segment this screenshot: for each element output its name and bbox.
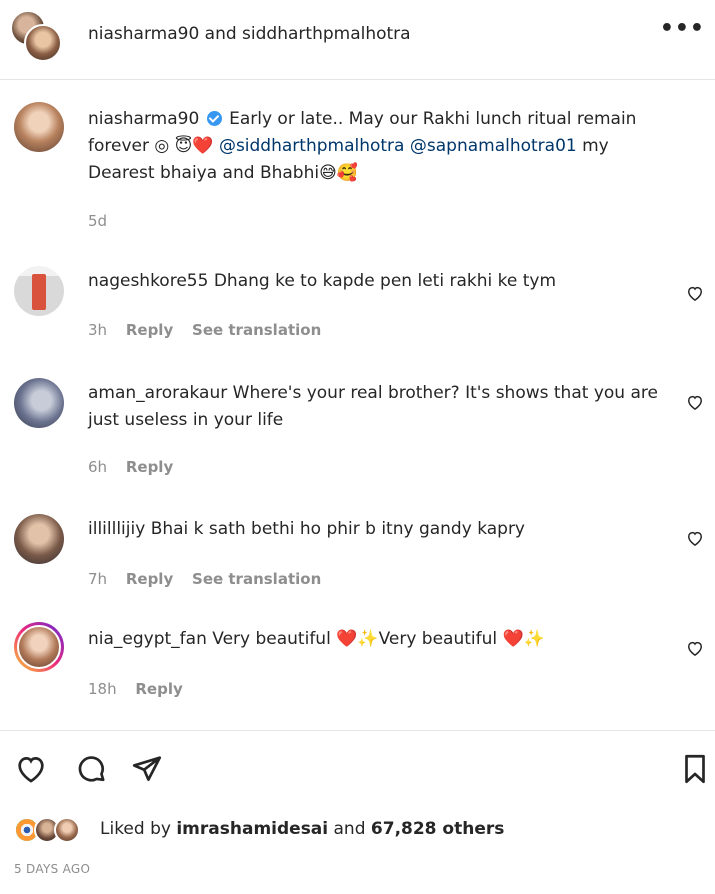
action-bar	[0, 752, 715, 792]
avatar[interactable]	[14, 622, 64, 672]
more-horizontal-icon[interactable]: •••	[660, 16, 705, 41]
see-translation-button[interactable]: See translation	[192, 570, 321, 588]
heart-icon[interactable]	[685, 638, 705, 658]
verified-icon	[206, 111, 222, 126]
caption-emoji: ◎ 😇❤️	[154, 136, 214, 156]
like-heart-icon[interactable]	[14, 752, 48, 786]
bookmark-icon[interactable]	[678, 752, 712, 786]
mention-link[interactable]: @sapnamalhotra01	[410, 136, 577, 156]
comment-text: Very beautiful	[212, 629, 331, 649]
reply-button[interactable]: Reply	[126, 570, 173, 588]
comment: aman_arorakaur Where's your real brother…	[88, 380, 678, 434]
avatar[interactable]	[14, 102, 64, 152]
heart-icon[interactable]	[685, 283, 705, 303]
post-authors[interactable]: niasharma90 and siddharthpmalhotra	[88, 24, 411, 44]
reply-button[interactable]: Reply	[126, 321, 173, 339]
likes-count[interactable]: 67,828 others	[371, 819, 504, 839]
see-translation-button[interactable]: See translation	[192, 321, 321, 339]
comment-text: Very beautiful	[378, 629, 498, 649]
timestamp[interactable]: 3h	[88, 321, 107, 339]
comment-emoji: ❤️✨	[336, 629, 379, 649]
heart-icon[interactable]	[685, 528, 705, 548]
comment-meta: 18h Reply	[88, 680, 197, 698]
avatar[interactable]	[54, 817, 80, 843]
timestamp[interactable]: 7h	[88, 570, 107, 588]
post-header: niasharma90 and siddharthpmalhotra •••	[0, 0, 715, 80]
likes-middle: and	[333, 819, 366, 839]
reply-button[interactable]: Reply	[135, 680, 182, 698]
comment-username[interactable]: nageshkore55	[88, 271, 208, 291]
comment-username[interactable]: illilllijiy	[88, 519, 145, 539]
comment-icon[interactable]	[74, 752, 108, 786]
comment-text: Bhai k sath bethi ho phir b itny gandy k…	[150, 519, 525, 539]
comment: illilllijiy Bhai k sath bethi ho phir b …	[88, 516, 678, 543]
share-icon[interactable]	[130, 752, 164, 786]
timestamp[interactable]: 6h	[88, 458, 107, 476]
avatar[interactable]	[14, 266, 64, 316]
reply-button[interactable]: Reply	[126, 458, 173, 476]
caption: niasharma90 Early or late.. May our Rakh…	[88, 106, 678, 187]
comment-username[interactable]: aman_arorakaur	[88, 383, 227, 403]
likes-row: Liked by imrashamidesai and 67,828 other…	[14, 815, 704, 845]
avatar[interactable]	[14, 514, 64, 564]
collab-avatars[interactable]	[10, 10, 66, 66]
avatar[interactable]	[24, 24, 62, 62]
comment-meta: 6h Reply	[88, 458, 187, 476]
comment: nageshkore55 Dhang ke to kapde pen leti …	[88, 268, 678, 295]
timestamp[interactable]: 18h	[88, 680, 117, 698]
timestamp[interactable]: 5d	[88, 212, 107, 230]
avatar-image	[17, 625, 61, 669]
comment: nia_egypt_fan Very beautiful ❤️✨Very bea…	[88, 626, 678, 653]
comment-username[interactable]: nia_egypt_fan	[88, 629, 207, 649]
caption-meta: 5d	[88, 212, 121, 230]
likes-summary: Liked by imrashamidesai and 67,828 other…	[100, 819, 504, 839]
avatar[interactable]	[14, 378, 64, 428]
likes-prefix: Liked by	[100, 819, 171, 839]
divider	[0, 730, 715, 731]
comment-meta: 3h Reply See translation	[88, 321, 335, 339]
comment-meta: 7h Reply See translation	[88, 570, 335, 588]
caption-username[interactable]: niasharma90	[88, 109, 199, 129]
heart-icon[interactable]	[685, 392, 705, 412]
post-date[interactable]: 5 DAYS AGO	[14, 862, 90, 876]
mention-link[interactable]: @siddharthpmalhotra	[219, 136, 405, 156]
comment-text: Dhang ke to kapde pen leti rakhi ke tym	[213, 271, 557, 291]
comment-emoji: ❤️✨	[502, 629, 545, 649]
liker-username[interactable]: imrashamidesai	[176, 819, 328, 839]
liker-avatars[interactable]	[14, 815, 94, 845]
caption-emoji: 😅🥰	[319, 163, 358, 183]
